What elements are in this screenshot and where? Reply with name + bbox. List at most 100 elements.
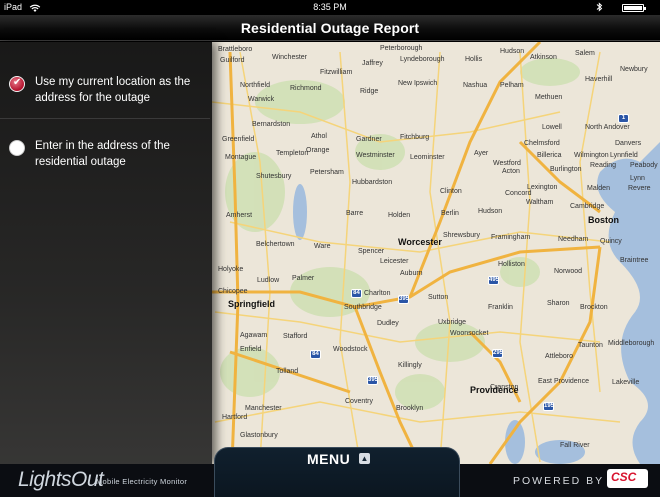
map-label: Woodstock (333, 346, 368, 353)
map-label: Brockton (580, 304, 608, 311)
map-label: Chicopee (218, 288, 248, 295)
brand-tagline: Mobile Electricity Monitor (96, 477, 188, 486)
map-label: Needham (558, 236, 589, 243)
map-label: Malden (587, 185, 610, 192)
map-label: Montague (225, 154, 257, 161)
map-label: Fitchburg (400, 134, 430, 141)
battery-level (624, 6, 642, 10)
map-label: Revere (628, 185, 651, 192)
menu-button[interactable]: MENU ▲ (214, 447, 460, 497)
map-city-label: Worcester (398, 237, 442, 247)
map-label: Southbridge (344, 304, 382, 311)
map-label: Hubbardston (352, 179, 393, 186)
map-label: Peterborough (380, 45, 423, 52)
map-label: Tolland (276, 368, 299, 375)
highway-shield: 395 (367, 376, 379, 385)
radio-unchecked-icon[interactable] (9, 140, 25, 156)
map-label: Winchester (272, 54, 308, 61)
map-label: Richmond (290, 85, 322, 92)
map-label: Norwood (554, 268, 583, 275)
map-label: Methuen (535, 94, 563, 101)
map-label: North Andover (585, 124, 630, 131)
map-label: Warwick (248, 96, 275, 103)
battery-icon (622, 4, 646, 12)
option-current-location[interactable]: Use my current location as the address f… (9, 74, 205, 108)
map-label: Haverhill (585, 76, 613, 83)
map-label: Lynnfield (610, 152, 638, 159)
map-label: Lowell (542, 124, 562, 131)
brand-logo: LightsOut (18, 468, 104, 491)
map-label: Lyndeborough (400, 56, 445, 63)
map-label: Guilford (220, 57, 245, 64)
map-label: Pelham (500, 82, 524, 89)
map-label: Westford (493, 160, 521, 167)
option-enter-address[interactable]: Enter in the address of the residential … (9, 138, 205, 172)
map-label: Braintree (620, 257, 649, 264)
map-label: Cambridge (570, 203, 605, 210)
map-label: Woonsocket (450, 330, 489, 337)
map-label: Dudley (377, 320, 399, 327)
map-label: Fitzwilliam (320, 69, 353, 76)
menu-label: MENU (307, 451, 351, 467)
map-label: Manchester (245, 405, 282, 412)
map-label: Bernardston (252, 121, 291, 128)
highway-shield: 84 (310, 350, 321, 359)
map-label: Chelmsford (524, 140, 560, 147)
map-label: East Providence (538, 378, 589, 385)
map-label: Coventry (345, 398, 374, 405)
map-label: Sharon (547, 300, 570, 307)
map-label: Holden (388, 212, 411, 219)
map-label: Ludlow (257, 277, 280, 284)
map-label: Enfield (240, 346, 262, 353)
map-label: Shutesbury (256, 173, 292, 180)
map-label: Sutton (428, 294, 449, 301)
map-label: Attleboro (545, 353, 574, 360)
map-label: Fall River (560, 442, 590, 449)
map-label: Petersham (310, 169, 344, 176)
map-label: Uxbridge (438, 319, 467, 326)
map-label: Ridge (360, 88, 379, 95)
map-label: Waltham (526, 199, 554, 206)
csc-logo-text: CSC (611, 470, 637, 484)
status-time: 8:35 PM (313, 2, 347, 12)
map-city-label: Providence (470, 385, 519, 395)
map-label: Nashua (463, 82, 488, 89)
map-label: Danvers (615, 140, 642, 147)
chevron-up-icon: ▲ (359, 453, 370, 464)
radio-checked-icon[interactable] (9, 76, 25, 92)
map-label: Hudson (478, 208, 503, 215)
map-label: Templeton (276, 150, 309, 157)
map-label: Atkinson (530, 54, 557, 61)
highway-shield: 295 (492, 349, 504, 358)
map-label: Jaffrey (362, 60, 383, 67)
map-label: Orange (306, 147, 330, 154)
map-label: Brattleboro (218, 46, 253, 53)
map-label: Charlton (364, 290, 391, 297)
map-label: Holyoke (218, 266, 244, 273)
map-label: Agawam (240, 332, 268, 339)
map-label: Quincy (600, 238, 622, 245)
map-label: Ayer (474, 150, 489, 157)
map-label: Greenfield (222, 136, 255, 143)
map-label: New Ipswich (398, 80, 438, 87)
map-label: Clinton (440, 188, 462, 195)
map-label: Middleborough (608, 340, 655, 347)
title-bar: Residential Outage Report (0, 15, 660, 41)
map-label: Auburn (400, 270, 423, 277)
map-label: Amherst (226, 212, 253, 219)
map-label: Belchertown (256, 241, 295, 248)
option-label: Enter in the address of the residential … (35, 140, 170, 168)
map-label: Billerica (537, 152, 562, 159)
location-options-panel: Use my current location as the address f… (0, 42, 212, 464)
highway-shield: 195 (543, 402, 555, 411)
map-label: Franklin (488, 304, 513, 311)
map-label: Glastonbury (240, 432, 278, 439)
map-label: Lakeville (612, 379, 640, 386)
option-label: Use my current location as the address f… (35, 76, 191, 104)
map-label: Westminster (356, 152, 395, 159)
map-label: Gardner (356, 136, 382, 143)
map-label: Reading (590, 162, 617, 169)
highway-shield: 395 (398, 295, 410, 304)
highway-shield: 495 (488, 276, 500, 285)
map-label: Palmer (292, 275, 315, 282)
